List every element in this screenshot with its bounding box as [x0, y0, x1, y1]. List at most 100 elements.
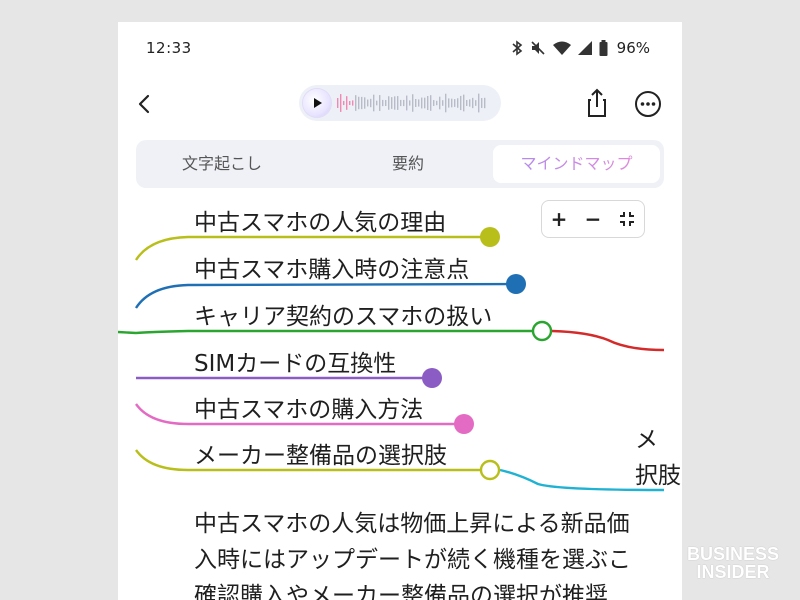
waveform-bar: [451, 98, 453, 108]
waveform-bar: [388, 96, 390, 110]
mindmap-node-1[interactable]: 中古スマホの人気の理由: [194, 203, 446, 237]
waveform-bar: [484, 97, 486, 109]
mindmap-canvas[interactable]: 中古スマホの人気の理由 中古スマホ購入時の注意点 キャリア契約のスマホの扱い S…: [118, 198, 682, 498]
zoom-in-button[interactable]: +: [545, 205, 573, 233]
waveform-bar: [463, 94, 465, 112]
waveform-bar: [376, 100, 378, 106]
waveform-bar: [355, 95, 357, 111]
share-button[interactable]: [581, 86, 613, 120]
waveform-bar: [433, 100, 435, 106]
phone-screen: 12:33 96% 文字起こし 要約 マインドマップ 中古スマホの人気の理由 中…: [118, 22, 682, 600]
waveform-bar: [415, 98, 417, 108]
waveform-bar: [403, 99, 405, 107]
mindmap-subnode-partial-1[interactable]: メ: [635, 420, 658, 454]
waveform-bar: [412, 94, 414, 112]
mindmap-node-4[interactable]: SIMカードの互換性: [194, 344, 396, 378]
waveform-bar: [472, 97, 474, 109]
more-options-button[interactable]: [633, 89, 663, 119]
tab-transcription[interactable]: 文字起こし: [140, 145, 304, 183]
waveform-bar: [400, 99, 402, 107]
waveform-bar: [340, 94, 342, 112]
waveform-bar: [373, 94, 375, 112]
status-icons: 96%: [511, 38, 650, 58]
waveform-bar: [367, 99, 369, 107]
business-insider-watermark: BUSINESS INSIDER: [678, 545, 788, 581]
tab-mindmap[interactable]: マインドマップ: [493, 145, 660, 183]
back-button[interactable]: [132, 88, 160, 120]
waveform-bar: [427, 96, 429, 110]
mute-icon: [531, 41, 545, 55]
zoom-controls: + −: [541, 200, 645, 238]
fit-screen-icon: [620, 212, 634, 226]
mindmap-node-5[interactable]: 中古スマホの購入方法: [194, 390, 423, 424]
waveform-bar: [424, 97, 426, 109]
waveform-bar: [343, 100, 345, 106]
mindmap-subnode-partial-2[interactable]: 択肢: [635, 456, 681, 490]
waveform-bar: [418, 99, 420, 107]
waveform-bar: [406, 95, 408, 111]
waveform-bar: [364, 97, 366, 109]
view-tabs: 文字起こし 要約 マインドマップ: [136, 140, 664, 188]
waveform-bar: [379, 95, 381, 111]
mindmap-node-3[interactable]: キャリア契約のスマホの扱い: [194, 297, 492, 331]
play-icon: [314, 98, 322, 108]
waveform-bar: [352, 100, 354, 106]
battery-percent: 96%: [616, 39, 650, 57]
node-dot-5: [454, 414, 474, 434]
waveform-bar: [442, 100, 444, 106]
bluetooth-icon: [512, 40, 522, 56]
more-icon: [635, 91, 661, 117]
mindmap-node-2[interactable]: 中古スマホ購入時の注意点: [194, 250, 469, 284]
summary-line: 中古スマホの人気は物価上昇による新品価: [194, 511, 630, 537]
waveform-bar: [445, 93, 447, 113]
tab-summary[interactable]: 要約: [326, 145, 490, 183]
waveform-bar: [469, 99, 471, 107]
node-dot-2: [506, 274, 526, 294]
top-bar: [118, 82, 682, 126]
waveform-bar: [391, 97, 393, 109]
summary-line: 入時にはアップデートが続く機種を選ぶこ: [194, 547, 631, 573]
waveform-bar: [382, 99, 384, 107]
node-dot-4: [422, 368, 442, 388]
back-arrow-icon: [138, 94, 150, 114]
waveform-bar: [460, 95, 462, 111]
node-dot-6: [479, 459, 501, 481]
watermark-line-2: INSIDER: [696, 562, 770, 582]
waveform-bar: [361, 96, 363, 110]
waveform-bar: [358, 96, 360, 110]
share-icon: [588, 88, 606, 117]
node-dot-3: [531, 320, 553, 342]
waveform-bar: [421, 97, 423, 109]
waveform-bar: [397, 96, 399, 110]
waveform-bar: [457, 98, 459, 108]
battery-icon: [599, 40, 608, 56]
waveform-bar: [346, 96, 348, 110]
connector-3: [118, 329, 542, 335]
waveform-bar: [436, 100, 438, 106]
mindmap-node-6[interactable]: メーカー整備品の選択肢: [194, 436, 447, 470]
status-time: 12:33: [146, 39, 192, 57]
wifi-icon: [552, 41, 571, 55]
waveform-bar: [439, 96, 441, 110]
waveform-bar: [478, 93, 480, 113]
waveform[interactable]: [337, 91, 489, 115]
zoom-out-button[interactable]: −: [579, 205, 607, 233]
status-bar: 12:33 96%: [118, 22, 682, 72]
watermark-line-1: BUSINESS: [686, 544, 780, 564]
waveform-bar: [475, 100, 477, 106]
waveform-bar: [370, 98, 372, 108]
play-button[interactable]: [303, 89, 331, 117]
waveform-bar: [430, 95, 432, 111]
waveform-bar: [385, 99, 387, 107]
waveform-bar: [466, 99, 468, 107]
fit-screen-button[interactable]: [613, 205, 641, 233]
connector-red: [551, 329, 665, 352]
node-dot-1: [480, 227, 500, 247]
waveform-bar: [394, 96, 396, 110]
waveform-bar: [337, 98, 339, 108]
signal-icon: [577, 41, 592, 55]
summary-line: 確認購入やメーカー整備品の選択が推奨: [194, 583, 608, 600]
audio-player: [299, 85, 501, 121]
waveform-bar: [454, 99, 456, 107]
summary-text: 中古スマホの人気は物価上昇による新品価 入時にはアップデートが続く機種を選ぶこ …: [194, 506, 682, 600]
